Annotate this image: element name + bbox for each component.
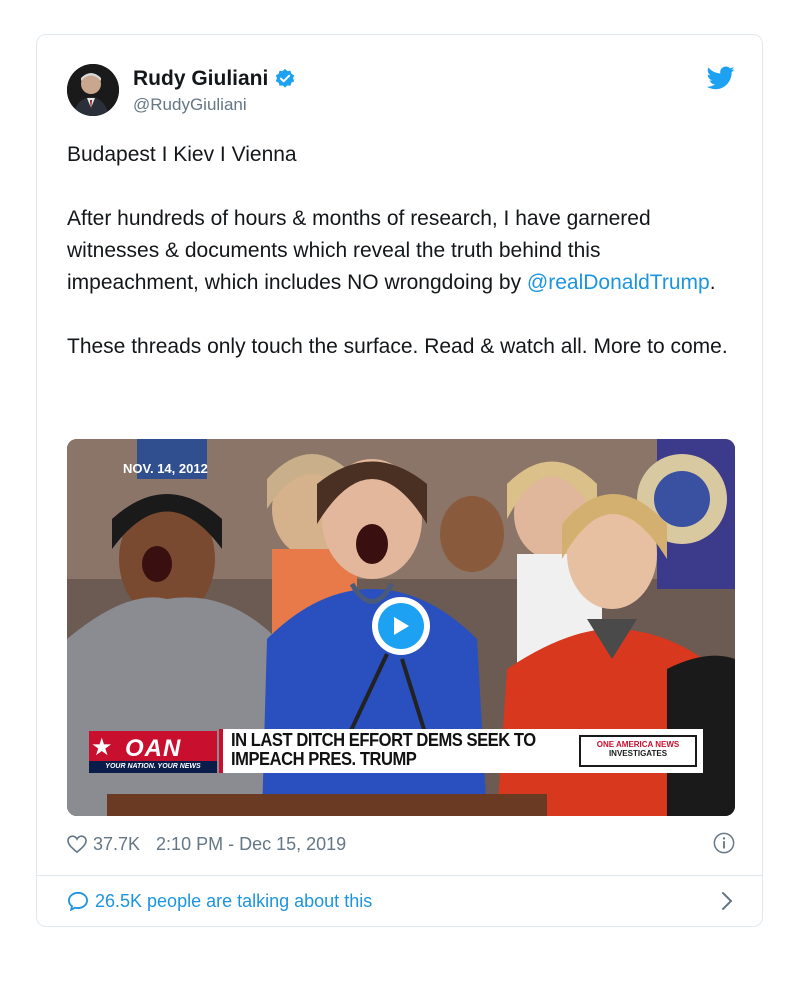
conversation-link[interactable]: 26.5K people are talking about this [67,887,737,915]
tweet-paragraph-2-end: . [709,271,716,294]
headline-line-1: IN LAST DITCH EFFORT DEMS SEEK TO [231,730,536,750]
news-chyron: ★ OAN YOUR NATION. YOUR NEWS IN LAST DIT… [89,727,704,783]
program-line-1: ONE AMERICA NEWS [596,740,680,749]
video-player[interactable]: NOV. 14, 2012 ★ OAN YOUR NATION. YOUR NE… [67,439,735,816]
chevron-right-icon[interactable] [721,891,733,911]
info-icon[interactable] [713,832,735,854]
avatar-image [67,64,119,116]
play-icon [394,617,409,635]
program-line-2: INVESTIGATES [608,749,668,758]
headline-line-2: IMPEACH PRES. TRUMP [231,749,417,769]
network-tagline: YOUR NATION. YOUR NEWS [89,761,217,773]
video-date-stamp: NOV. 14, 2012 [123,461,208,476]
footer-divider [37,875,762,876]
play-button-inner [378,603,424,649]
tweet-card: Rudy Giuliani @RudyGiuliani Budapest I K… [36,34,763,927]
author-row: Rudy Giuliani [133,67,296,91]
author-name[interactable]: Rudy Giuliani [133,67,268,91]
tweet-timestamp[interactable]: 2:10 PM - Dec 15, 2019 [156,834,346,855]
verified-badge-icon [276,68,295,88]
author-handle[interactable]: @RudyGiuliani [133,95,247,115]
headline: IN LAST DITCH EFFORT DEMS SEEK TO IMPEAC… [231,731,536,769]
program-logo: ONE AMERICA NEWS INVESTIGATES [579,735,697,767]
like-count[interactable]: 37.7K [93,834,140,855]
play-button[interactable] [372,597,430,655]
network-logo: OAN [125,735,182,762]
reply-bubble-icon [67,891,89,911]
twitter-bird-icon[interactable] [707,66,735,90]
mention-link[interactable]: @realDonaldTrump [527,271,710,294]
heart-icon[interactable] [67,835,87,853]
tweet-paragraph-2: After hundreds of hours & months of rese… [67,203,737,299]
network-logo-box: ★ OAN [89,731,217,762]
headline-box: IN LAST DITCH EFFORT DEMS SEEK TO IMPEAC… [219,729,703,773]
tweet-paragraph-3: These threads only touch the surface. Re… [67,335,728,358]
conversation-text: 26.5K people are talking about this [95,890,373,911]
tweet-footer: 37.7K 2:10 PM - Dec 15, 2019 [67,831,737,857]
eagle-icon: ★ [91,734,113,761]
tweet-text: Budapest I Kiev I Vienna After hundreds … [67,139,737,363]
avatar[interactable] [67,64,119,116]
tweet-paragraph-1: Budapest I Kiev I Vienna [67,143,297,166]
